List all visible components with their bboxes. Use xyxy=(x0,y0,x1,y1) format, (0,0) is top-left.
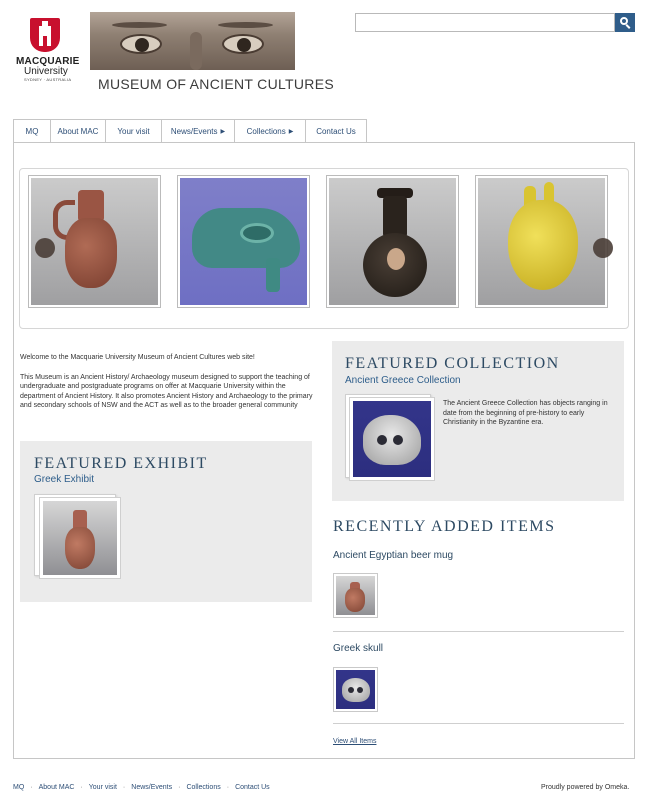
intro-body: This Museum is an Ancient History/ Archa… xyxy=(20,373,313,410)
view-all-items-link[interactable]: View All Items xyxy=(333,738,376,745)
footer-link-your-visit[interactable]: Your visit xyxy=(89,784,117,791)
featured-exhibit-title[interactable]: Greek Exhibit xyxy=(34,474,94,485)
main-nav: MQ About MAC Your visit News/Events ▶ Col… xyxy=(13,119,367,143)
featured-exhibit-thumbnail[interactable] xyxy=(39,497,121,579)
welcome-text: Welcome to the Macquarie University Muse… xyxy=(20,354,255,361)
caret-right-icon: ▶ xyxy=(220,128,226,135)
nav-item-about[interactable]: About MAC xyxy=(50,119,105,143)
recent-item-thumbnail[interactable] xyxy=(333,667,378,712)
featured-collection-thumbnail[interactable] xyxy=(349,397,435,481)
footer-link-contact[interactable]: Contact Us xyxy=(235,784,270,791)
powered-by-text: Proudly powered by Omeka. xyxy=(541,784,630,791)
nav-item-mq[interactable]: MQ xyxy=(13,119,50,143)
logo-subname: University xyxy=(24,66,68,77)
site-title[interactable]: MUSEUM OF ANCIENT CULTURES xyxy=(98,76,334,92)
nav-item-your-visit[interactable]: Your visit xyxy=(105,119,161,143)
nav-item-contact[interactable]: Contact Us xyxy=(305,119,367,143)
carousel-slide-vase[interactable] xyxy=(326,175,459,308)
divider xyxy=(333,723,624,724)
recent-items-heading: RECENTLY ADDED ITEMS xyxy=(333,518,556,535)
divider xyxy=(333,631,624,632)
search-input[interactable] xyxy=(355,13,615,32)
footer-link-mq[interactable]: MQ xyxy=(13,784,24,791)
featured-collection-title[interactable]: Ancient Greece Collection xyxy=(345,375,461,386)
caret-right-icon: ▶ xyxy=(288,128,294,135)
featured-exhibit-heading: FEATURED EXHIBIT xyxy=(34,455,208,472)
footer-nav: MQ · About MAC · Your visit · News/Events · … xyxy=(13,784,270,791)
recent-item-thumbnail[interactable] xyxy=(333,573,378,618)
nav-item-collections[interactable]: Collections ▶ xyxy=(234,119,305,143)
footer-link-about[interactable]: About MAC xyxy=(39,784,75,791)
intro-text: Welcome to the Macquarie University Muse… xyxy=(20,353,316,421)
footer-link-collections[interactable]: Collections xyxy=(186,784,220,791)
nav-item-news-events[interactable]: News/Events ▶ xyxy=(161,119,234,143)
chevron-right-icon[interactable] xyxy=(593,238,613,258)
recent-item-title[interactable]: Greek skull xyxy=(333,643,383,654)
featured-collection-description: The Ancient Greece Collection has object… xyxy=(443,400,608,427)
featured-collection-heading: FEATURED COLLECTION xyxy=(345,355,560,372)
logo-tagline: SYDNEY · AUSTRALIA xyxy=(24,77,72,82)
chevron-left-icon[interactable] xyxy=(35,238,55,258)
header-banner-image[interactable] xyxy=(90,12,295,70)
footer-link-news-events[interactable]: News/Events xyxy=(131,784,172,791)
shield-logo-icon xyxy=(30,18,60,52)
carousel-slide-heart[interactable] xyxy=(475,175,608,308)
search-button[interactable] xyxy=(615,13,635,32)
recent-item-title[interactable]: Ancient Egyptian beer mug xyxy=(333,550,453,561)
macquarie-logo[interactable]: MACQUARIE University SYDNEY · AUSTRALIA xyxy=(16,18,79,86)
carousel-slide-eye-amulet[interactable] xyxy=(177,175,310,308)
